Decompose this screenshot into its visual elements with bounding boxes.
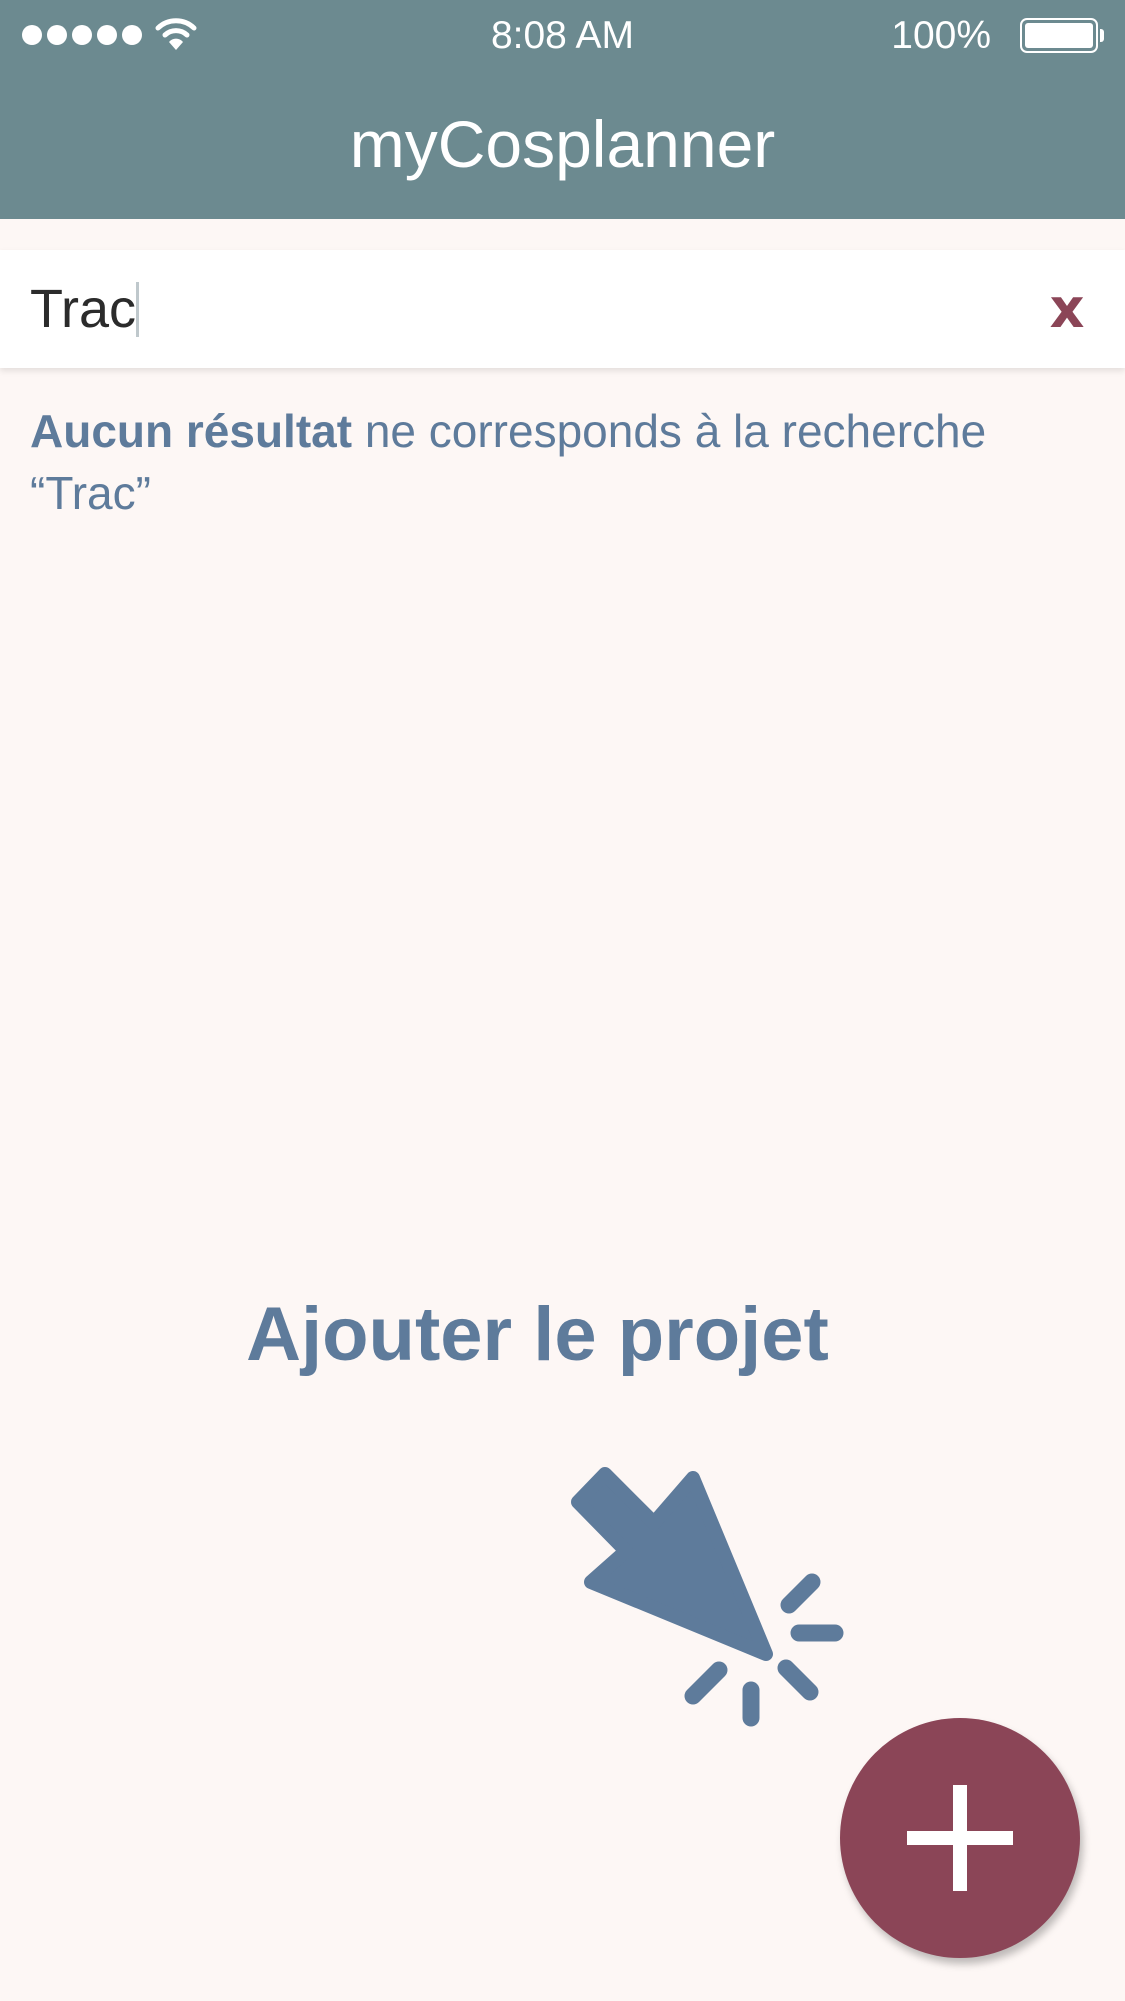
add-project-button[interactable] [840, 1718, 1080, 1958]
plus-icon [907, 1785, 1013, 1891]
pointer-click-icon [571, 1467, 844, 1727]
